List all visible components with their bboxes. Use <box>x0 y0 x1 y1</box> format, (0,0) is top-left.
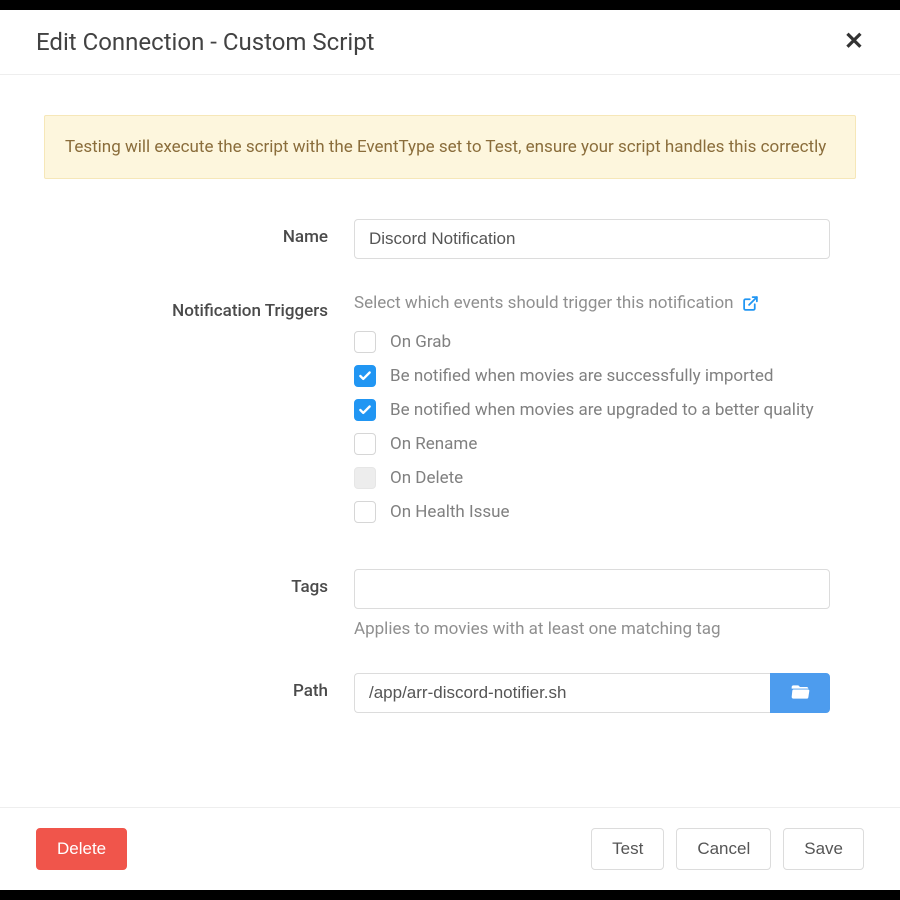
path-input[interactable] <box>354 673 770 713</box>
name-input[interactable] <box>354 219 830 259</box>
trigger-row: On Rename <box>354 433 830 455</box>
cancel-button[interactable]: Cancel <box>676 828 771 870</box>
trigger-checkbox[interactable] <box>354 433 376 455</box>
trigger-checkbox <box>354 467 376 489</box>
close-icon: ✕ <box>844 28 864 55</box>
triggers-help-text: Select which events should trigger this … <box>354 293 734 313</box>
trigger-label: On Rename <box>390 434 477 454</box>
tags-input[interactable] <box>354 569 830 609</box>
trigger-label: Be notified when movies are upgraded to … <box>390 400 814 420</box>
delete-button[interactable]: Delete <box>36 828 127 870</box>
close-button[interactable]: ✕ <box>844 30 864 54</box>
trigger-list: On Grab Be notified when movies are succe… <box>354 331 830 523</box>
trigger-checkbox[interactable] <box>354 365 376 387</box>
trigger-row: On Grab <box>354 331 830 353</box>
trigger-row: On Health Issue <box>354 501 830 523</box>
trigger-checkbox[interactable] <box>354 501 376 523</box>
trigger-label: Be notified when movies are successfully… <box>390 366 773 386</box>
triggers-help-row: Select which events should trigger this … <box>354 293 830 313</box>
browse-button[interactable] <box>770 673 830 713</box>
tags-help-text: Applies to movies with at least one matc… <box>354 619 830 639</box>
trigger-checkbox[interactable] <box>354 331 376 353</box>
trigger-label: On Delete <box>390 468 463 488</box>
trigger-label: On Health Issue <box>390 502 510 522</box>
field-tags-row: Tags Applies to movies with at least one… <box>44 569 856 639</box>
trigger-row: Be notified when movies are upgraded to … <box>354 399 830 421</box>
field-name-row: Name <box>44 219 856 259</box>
trigger-row: On Delete <box>354 467 830 489</box>
modal-title: Edit Connection - Custom Script <box>36 28 375 56</box>
field-triggers-row: Notification Triggers Select which event… <box>44 293 856 535</box>
alert-banner: Testing will execute the script with the… <box>44 115 856 179</box>
trigger-checkbox[interactable] <box>354 399 376 421</box>
test-button[interactable]: Test <box>591 828 664 870</box>
modal-body: Testing will execute the script with the… <box>0 75 900 807</box>
folder-open-icon <box>790 682 810 705</box>
path-input-group <box>354 673 830 713</box>
tags-label: Tags <box>44 569 354 597</box>
trigger-label: On Grab <box>390 332 451 352</box>
edit-connection-modal: Edit Connection - Custom Script ✕ Testin… <box>0 10 900 890</box>
save-button[interactable]: Save <box>783 828 864 870</box>
name-label: Name <box>44 219 354 247</box>
path-label: Path <box>44 673 354 701</box>
external-link-icon[interactable] <box>742 295 759 312</box>
modal-header: Edit Connection - Custom Script ✕ <box>0 10 900 75</box>
trigger-row: Be notified when movies are successfully… <box>354 365 830 387</box>
modal-footer: Delete Test Cancel Save <box>0 807 900 890</box>
triggers-label: Notification Triggers <box>44 293 354 321</box>
field-path-row: Path <box>44 673 856 713</box>
